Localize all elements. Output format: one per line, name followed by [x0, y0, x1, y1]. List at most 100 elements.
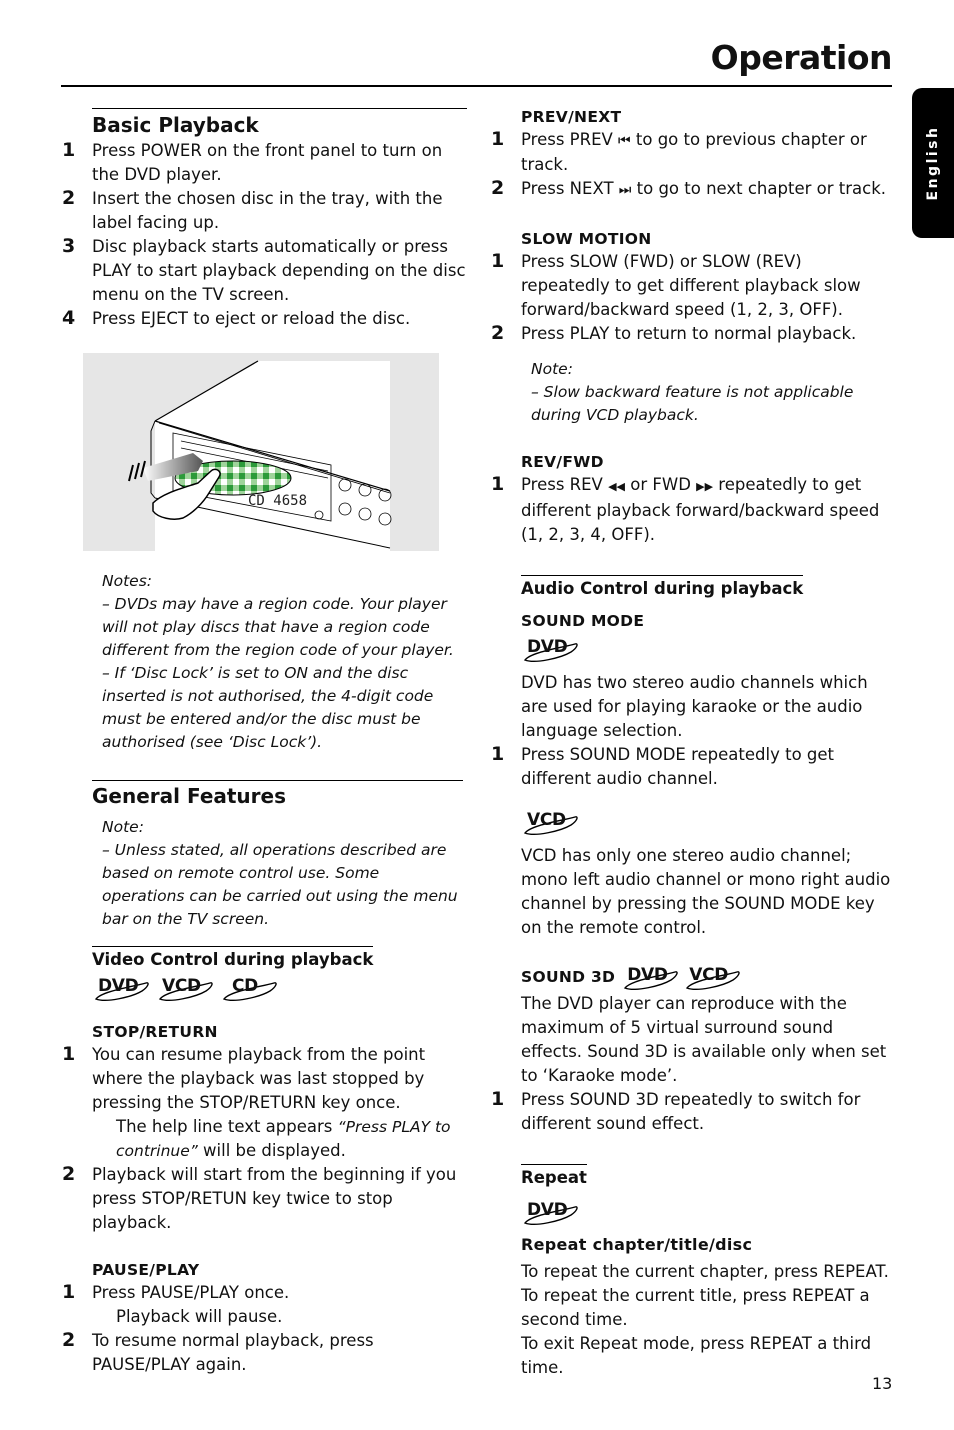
sound-3d-heading: SOUND 3D	[521, 968, 616, 986]
slow-motion-step-1: 1 Press SLOW (FWD) or SLOW (REV) repeate…	[491, 250, 891, 322]
svg-text:CD 4658: CD 4658	[248, 493, 307, 509]
note-text: – Unless stated, all operations describe…	[102, 841, 458, 928]
general-features-note: Note: – Unless stated, all operations de…	[92, 816, 463, 931]
slow-motion-heading: SLOW MOTION	[521, 230, 652, 248]
step-number: 3	[62, 235, 76, 257]
step-3: 3 Disc playback starts automatically or …	[62, 235, 467, 307]
text-part: Press REV	[521, 475, 609, 494]
step-text: Press SOUND MODE repeatedly to get diffe…	[521, 745, 835, 788]
step-number: 1	[491, 250, 505, 272]
note-label: Note:	[531, 360, 573, 378]
text-part: Press NEXT	[521, 179, 619, 198]
step-text: Press EJECT to eject or reload the disc.	[92, 309, 411, 328]
general-features-heading: General Features	[92, 784, 287, 808]
language-tab-label: English	[925, 125, 941, 201]
repeat-line: To repeat the current chapter, press REP…	[521, 1262, 889, 1281]
step-number: 4	[62, 307, 76, 329]
language-tab: English	[912, 88, 954, 238]
step-number: 2	[491, 322, 505, 344]
stop-return-heading: STOP/RETURN	[92, 1023, 218, 1041]
step-text: Press NEXT ⏭ to go to next chapter or tr…	[521, 177, 891, 202]
video-control-heading-wrap: Video Control during playback	[92, 946, 374, 973]
help-suffix: will be displayed.	[197, 1141, 346, 1160]
dvd-logo-icon: DVD	[521, 634, 579, 664]
prev-next-step-2: 2 Press NEXT ⏭ to go to next chapter or …	[491, 177, 891, 202]
stop-return-step-2: 2 Playback will start from the beginning…	[62, 1163, 467, 1235]
prev-next-heading: PREV/NEXT	[521, 108, 622, 126]
step-number: 2	[62, 1163, 76, 1185]
step-text: You can resume playback from the point w…	[92, 1045, 426, 1112]
step-1: 1 Press POWER on the front panel to turn…	[62, 139, 467, 187]
step-text: Press PAUSE/PLAY once.	[92, 1283, 290, 1302]
slow-motion-note: Note: – Slow backward feature is not app…	[521, 358, 891, 427]
audio-control-heading-wrap: Audio Control during playback	[521, 575, 804, 602]
vcd-audio-description: VCD has only one stereo audio channel; m…	[521, 846, 891, 937]
rev-fwd-heading: REV/FWD	[521, 453, 604, 471]
help-line-text: The help line text appears “Press PLAY t…	[92, 1115, 467, 1163]
sound-3d-step-1: 1 Press SOUND 3D repeatedly to switch fo…	[491, 1088, 891, 1136]
sound-3d-heading-row: SOUND 3D DVD VCD	[521, 962, 891, 992]
slow-motion-step-2: 2 Press PLAY to return to normal playbac…	[491, 322, 891, 346]
dvd-logo-icon: DVD	[621, 962, 679, 992]
notes-label: Notes:	[102, 572, 152, 590]
pause-play-heading: PAUSE/PLAY	[92, 1261, 200, 1279]
header-rule	[61, 85, 892, 87]
repeat-line: To repeat the current title, press REPEA…	[521, 1286, 870, 1329]
text-part: Press PREV	[521, 130, 619, 149]
step-number: 1	[491, 128, 505, 150]
step-text: Press SOUND 3D repeatedly to switch for …	[521, 1090, 861, 1133]
video-control-heading: Video Control during playback	[92, 950, 374, 969]
repeat-heading: Repeat	[521, 1168, 587, 1187]
sound-3d-disc-logos: DVD VCD	[621, 962, 741, 992]
step-number: 1	[62, 1043, 76, 1065]
page-title: Operation	[710, 38, 893, 77]
step-number: 1	[62, 139, 76, 161]
region-code-notes: Notes: – DVDs may have a region code. Yo…	[102, 570, 467, 754]
step-text: Playback will start from the beginning i…	[92, 1165, 457, 1232]
step-number: 2	[62, 187, 76, 209]
note-item: – If ‘Disc Lock’ is set to ON and the di…	[102, 664, 434, 751]
step-number: 1	[491, 1088, 505, 1110]
disc-insert-illustration: CD 4658	[83, 353, 439, 551]
cd-logo-icon: CD	[220, 973, 278, 1003]
sound-3d-description: The DVD player can reproduce with the ma…	[521, 994, 887, 1085]
step-number: 1	[62, 1281, 76, 1303]
repeat-heading-wrap: Repeat	[521, 1164, 587, 1191]
sound-mode-heading: SOUND MODE	[521, 612, 645, 630]
dvd-logo-icon: DVD	[521, 1197, 579, 1227]
step-number: 2	[491, 177, 505, 199]
step-text: Press POWER on the front panel to turn o…	[92, 141, 443, 184]
sound-mode-step-1: 1 Press SOUND MODE repeatedly to get dif…	[491, 743, 891, 791]
step-text: Press PREV ⏮ to go to previous chapter o…	[521, 128, 891, 177]
vcd-logo-icon: VCD	[521, 807, 579, 837]
dvd-audio-description: DVD has two stereo audio channels which …	[521, 673, 868, 740]
stop-return-step-1: 1 You can resume playback from the point…	[62, 1043, 467, 1163]
next-icon: ⏭	[618, 182, 632, 198]
repeat-line: To exit Repeat mode, press REPEAT a thir…	[521, 1334, 872, 1377]
step-text: Disc playback starts automatically or pr…	[92, 237, 466, 304]
step-number: 1	[491, 743, 505, 765]
rev-fwd-step-1: 1 Press REV ◀◀ or FWD ▶▶ repeatedly to g…	[491, 473, 891, 547]
right-column: PREV/NEXT 1 Press PREV ⏮ to go to previo…	[491, 106, 891, 1380]
step-text: Press PLAY to return to normal playback.	[521, 324, 857, 343]
basic-playback-section: Basic Playback 1 Press POWER on the fron…	[62, 108, 467, 331]
fast-forward-icon: ▶▶	[696, 480, 714, 493]
note-item: – DVDs may have a region code. Your play…	[102, 595, 454, 659]
prev-icon: ⏮	[618, 133, 631, 149]
page-number: 13	[872, 1374, 893, 1393]
step-number: 1	[491, 473, 505, 495]
prev-next-step-1: 1 Press PREV ⏮ to go to previous chapter…	[491, 128, 891, 177]
step-text: Press REV ◀◀ or FWD ▶▶ repeatedly to get…	[521, 473, 891, 547]
vcd-logo-icon: VCD	[683, 962, 741, 992]
video-control-section: Video Control during playback DVD VCD CD…	[62, 946, 467, 1377]
vcd-logo-icon: VCD	[156, 973, 214, 1003]
rewind-icon: ◀◀	[608, 480, 626, 493]
audio-control-heading: Audio Control during playback	[521, 579, 804, 598]
general-features-section: General Features Note: – Unless stated, …	[92, 780, 463, 931]
text-part: to go to next chapter or track.	[631, 179, 886, 198]
step-2: 2 Insert the chosen disc in the tray, wi…	[62, 187, 467, 235]
pause-play-step-1: 1 Press PAUSE/PLAY once. Playback will p…	[62, 1281, 467, 1329]
step-4: 4 Press EJECT to eject or reload the dis…	[62, 307, 467, 331]
note-label: Note:	[102, 818, 144, 836]
text-part: or FWD	[625, 475, 697, 494]
